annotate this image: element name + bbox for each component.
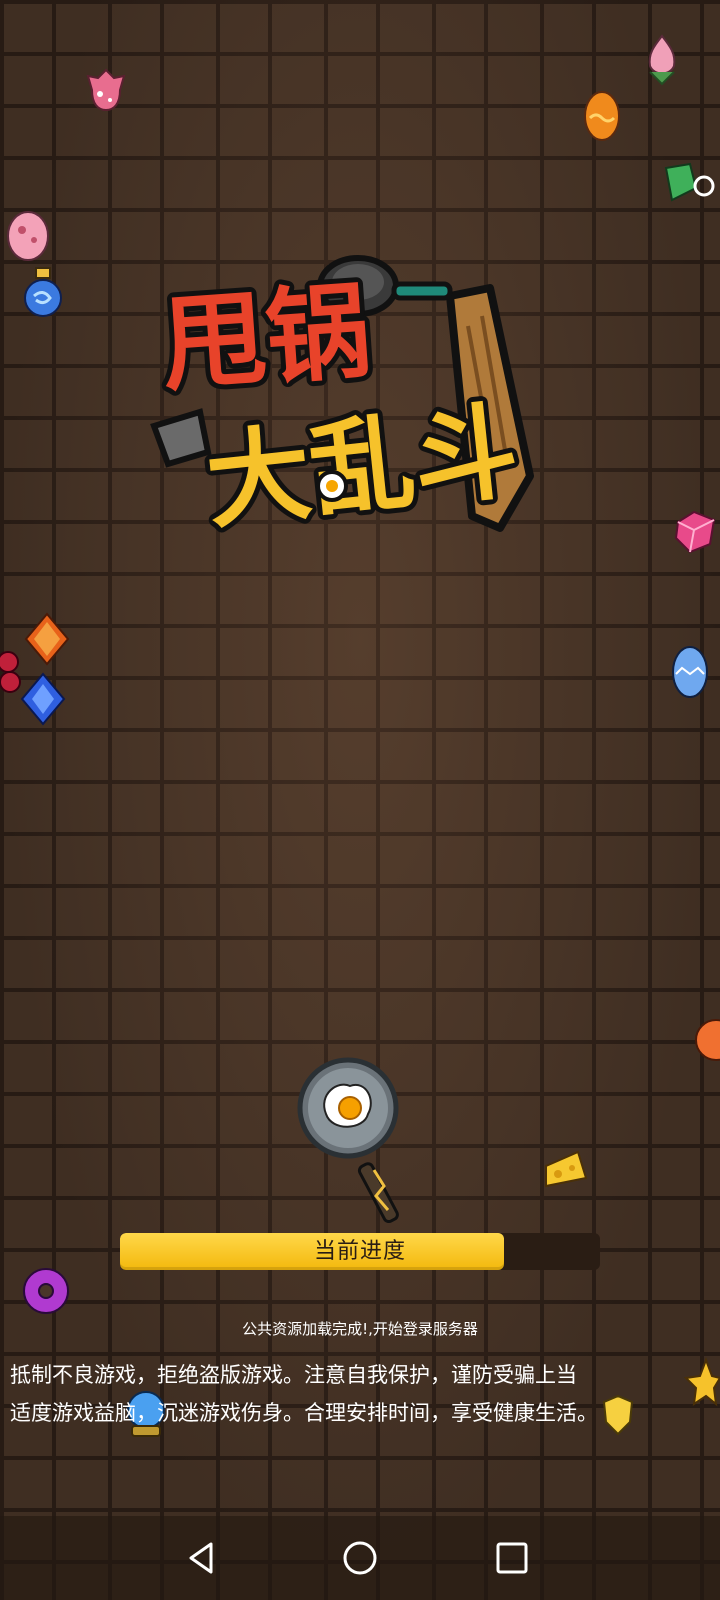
orange-gem-icon bbox=[24, 612, 70, 666]
purple-donut-icon bbox=[23, 1268, 69, 1314]
home-button[interactable] bbox=[336, 1534, 384, 1582]
blue-gem-icon bbox=[20, 672, 66, 726]
logo-pot-icon bbox=[150, 408, 212, 468]
pink-gem-egg-icon bbox=[7, 211, 49, 261]
logo-title-line1: 甩锅 bbox=[158, 270, 374, 406]
loading-status-text: 公共资源加载完成!,开始登录服务器 bbox=[242, 1320, 478, 1338]
orange-egg-icon bbox=[584, 91, 620, 141]
blue-potion-icon bbox=[24, 267, 62, 317]
pink-egg-icon bbox=[86, 68, 126, 112]
blue-egg-icon bbox=[672, 646, 708, 698]
recents-button[interactable] bbox=[488, 1534, 536, 1582]
game-loading-screen: 甩锅 大乱斗 当前进度 公共资源加载完成!,开始登录服务器 抵制不良游戏，拒绝盗… bbox=[0, 0, 720, 1600]
notice-line-1: 抵制不良游戏，拒绝盗版游戏。注意自我保护，谨防受骗上当 bbox=[10, 1363, 577, 1387]
back-button[interactable] bbox=[177, 1534, 225, 1582]
cheese-icon bbox=[545, 1150, 588, 1188]
orange-fruit-icon bbox=[695, 1019, 720, 1061]
system-navigation-bar bbox=[0, 1516, 720, 1600]
health-gaming-notice: 抵制不良游戏，拒绝盗版游戏。注意自我保护，谨防受骗上当 适度游戏益脑，沉迷游戏伤… bbox=[10, 1356, 718, 1432]
progress-label: 当前进度 bbox=[313, 1239, 406, 1264]
game-logo: 甩锅 大乱斗 bbox=[150, 236, 570, 576]
lotus-flower-icon bbox=[648, 34, 676, 86]
loading-progress-bar: 当前进度 bbox=[120, 1233, 600, 1270]
notice-line-2: 适度游戏益脑，沉迷游戏伤身。合理安排时间，享受健康生活。 bbox=[10, 1401, 598, 1425]
home-circle-icon bbox=[343, 1541, 377, 1575]
frying-pan-egg-icon bbox=[297, 1057, 399, 1224]
recents-square-icon bbox=[496, 1542, 528, 1574]
back-triangle-icon bbox=[189, 1542, 213, 1574]
pink-crystal-icon bbox=[674, 510, 716, 554]
green-potion-icon bbox=[664, 162, 715, 202]
